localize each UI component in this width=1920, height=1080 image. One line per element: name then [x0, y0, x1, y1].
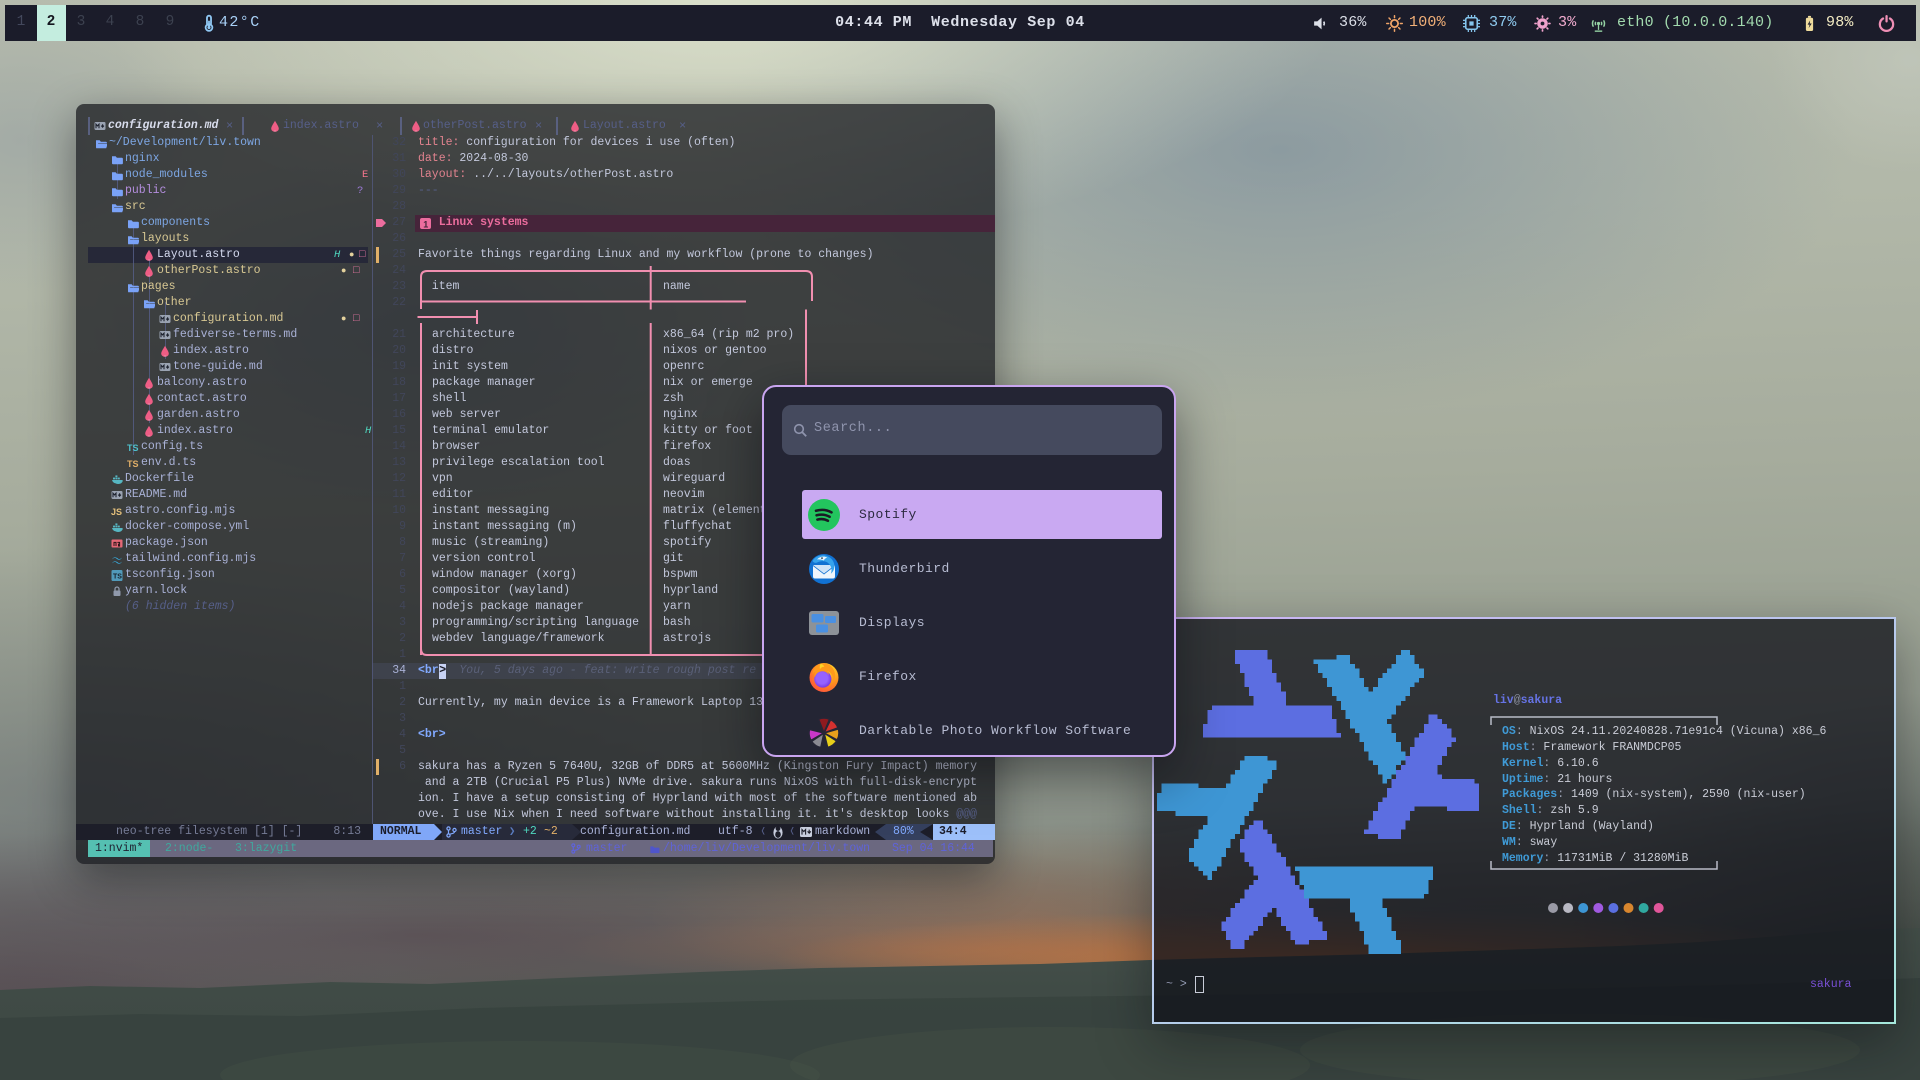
- svg-text:TS: TS: [127, 459, 139, 469]
- svg-text:TS: TS: [127, 443, 139, 453]
- svg-text:TS: TS: [113, 574, 122, 581]
- svg-text:JS: JS: [111, 507, 122, 517]
